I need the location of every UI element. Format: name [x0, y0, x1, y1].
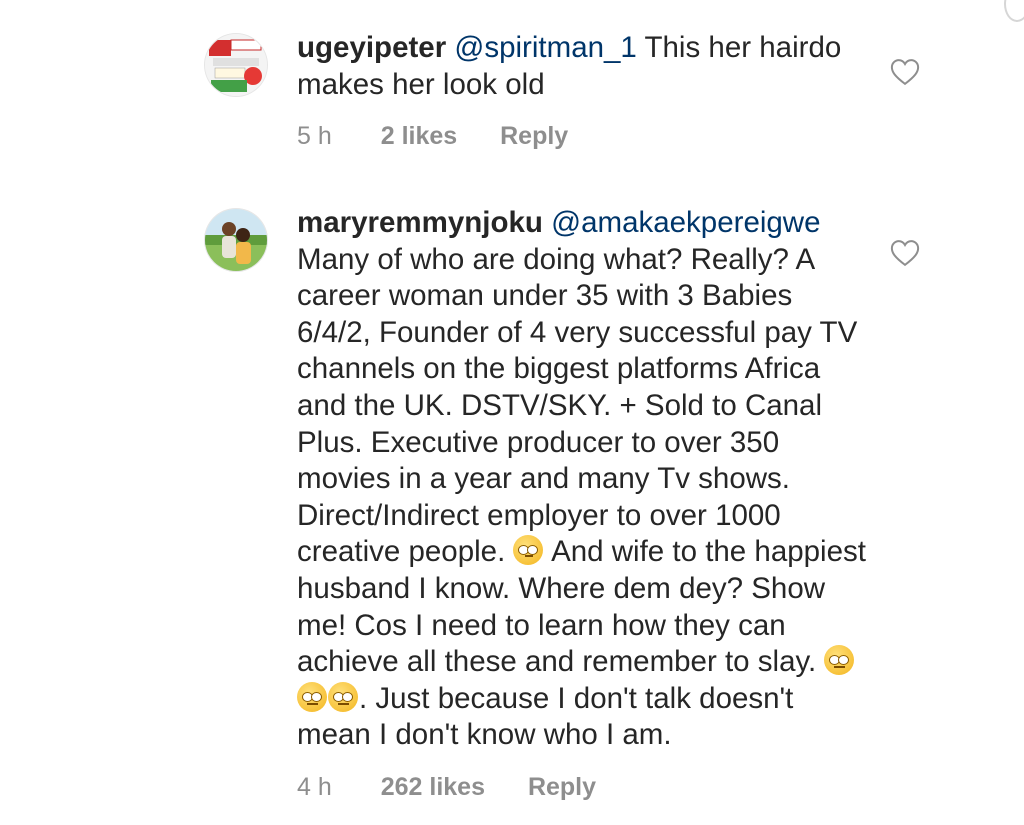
comment-username[interactable]: ugeyipeter	[297, 31, 446, 64]
comment-meta: 4 h 262 likes Reply	[297, 773, 632, 802]
comment-body-part1: Many of who are doing what? Really? A ca…	[297, 242, 858, 569]
avatar[interactable]	[205, 209, 267, 271]
comment-likes[interactable]: 2 likes	[381, 122, 457, 150]
comment-time: 4 h	[297, 773, 332, 801]
avatar-image	[205, 34, 267, 96]
comment-mention[interactable]: @amakaekpereigwe	[551, 206, 820, 239]
avatar-image	[205, 209, 267, 271]
rolling-eyes-icon	[328, 681, 358, 712]
comment-time: 5 h	[297, 122, 332, 150]
reply-button[interactable]: Reply	[500, 122, 568, 150]
comment-text: maryremmynjoku @amakaekpereigwe Many of …	[297, 205, 872, 754]
comment-username[interactable]: maryremmynjoku	[297, 206, 543, 239]
thinking-face-icon	[513, 535, 544, 566]
avatar[interactable]	[205, 34, 267, 96]
reply-button[interactable]: Reply	[528, 773, 596, 801]
rolling-eyes-icon	[297, 681, 327, 712]
comment-meta: 5 h 2 likes Reply	[297, 122, 604, 151]
comment-likes[interactable]: 262 likes	[381, 773, 485, 801]
comment-body-part3: . Just because I don't talk doesn't mean…	[297, 681, 794, 752]
rolling-eyes-icon	[824, 645, 855, 676]
comment-text: ugeyipeter @spiritman_1 This her hairdo …	[297, 30, 872, 103]
comment-mention[interactable]: @spiritman_1	[454, 31, 636, 64]
heart-icon[interactable]	[890, 239, 920, 267]
scroll-edge	[1004, 0, 1024, 22]
heart-icon[interactable]	[890, 58, 920, 86]
